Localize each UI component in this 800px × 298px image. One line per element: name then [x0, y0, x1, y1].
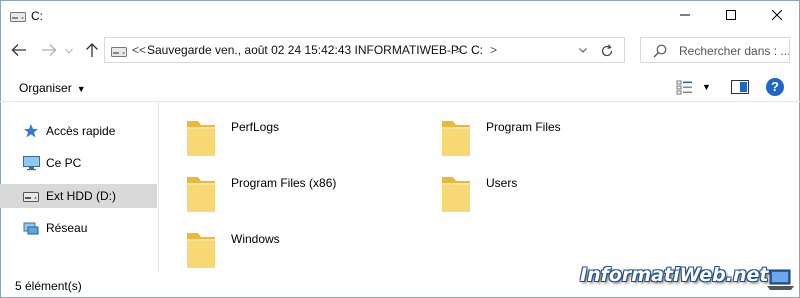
refresh-button[interactable] — [598, 42, 616, 60]
laptop-icon — [766, 268, 796, 295]
breadcrumb-separator[interactable]: > — [455, 43, 462, 57]
file-name: Users — [486, 176, 518, 190]
sidebar-item-label: Ce PC — [46, 156, 82, 170]
command-bar: Organiser ▼ ▼ ? — [0, 74, 800, 102]
refresh-icon — [601, 44, 613, 57]
drive-icon — [111, 46, 127, 60]
arrow-up-icon — [86, 43, 98, 57]
sidebar-item-ext-hdd[interactable]: Ext HDD (D:) — [0, 184, 157, 208]
sidebar-item-label: Accès rapide — [46, 124, 116, 138]
address-history-button[interactable] — [575, 42, 591, 58]
list-item-windows[interactable]: Windows — [186, 229, 386, 273]
breadcrumb-overflow[interactable]: << — [132, 43, 146, 57]
file-name: PerfLogs — [231, 120, 280, 134]
close-button[interactable] — [754, 0, 800, 30]
file-name: Windows — [231, 232, 280, 246]
network-icon — [23, 220, 39, 239]
sidebar-item-label: Ext HDD (D:) — [46, 189, 116, 203]
list-item-perflogs[interactable]: PerfLogs — [186, 117, 386, 161]
star-icon — [23, 123, 39, 142]
organise-button[interactable]: Organiser ▼ — [19, 81, 86, 95]
folder-icon — [187, 233, 215, 268]
sidebar-item-network[interactable]: Réseau — [0, 216, 157, 240]
sidebar-item-quick-access[interactable]: Accès rapide — [0, 119, 157, 143]
back-button[interactable] — [11, 40, 31, 60]
computer-icon — [23, 155, 40, 174]
list-item-program-files-x86[interactable]: Program Files (x86) — [186, 173, 386, 217]
minimize-button[interactable] — [662, 0, 708, 30]
drive-icon — [23, 191, 39, 205]
status-item-count: 5 élément(s) — [15, 279, 82, 293]
list-item-program-files[interactable]: Program Files — [441, 117, 641, 161]
breadcrumb-current[interactable]: C: — [471, 43, 483, 57]
navigation-pane: Accès rapide Ce PC Ext HDD (D:) Réseau — [0, 102, 159, 272]
organise-label: Organiser — [19, 81, 72, 95]
search-box[interactable] — [640, 37, 791, 63]
sidebar-item-this-pc[interactable]: Ce PC — [0, 151, 157, 175]
folder-icon — [442, 177, 470, 212]
forward-button[interactable] — [41, 40, 61, 60]
file-name: Program Files (x86) — [231, 176, 337, 190]
preview-pane-icon — [731, 80, 749, 94]
folder-icon — [442, 121, 470, 156]
sidebar-item-label: Réseau — [46, 221, 88, 235]
title-bar: C: — [0, 0, 800, 30]
search-input[interactable] — [677, 41, 791, 61]
watermark-text: InformatiWeb.net — [580, 264, 769, 286]
preview-pane-button[interactable] — [731, 80, 749, 97]
change-view-button[interactable] — [676, 79, 694, 98]
help-button[interactable]: ? — [766, 78, 784, 96]
list-item-users[interactable]: Users — [441, 173, 641, 217]
maximize-button[interactable] — [708, 0, 754, 30]
address-bar[interactable]: << Sauvegarde ven., août 02 24 15:42:43 … — [104, 37, 625, 63]
breadcrumb-separator[interactable]: > — [490, 43, 497, 57]
recent-locations-button[interactable] — [65, 40, 77, 60]
chevron-down-icon — [579, 48, 587, 53]
chevron-down-icon — [65, 48, 73, 54]
up-button[interactable] — [85, 40, 105, 60]
drive-icon — [10, 11, 26, 25]
search-icon — [653, 44, 667, 58]
view-options-caret-icon[interactable]: ▼ — [702, 82, 711, 92]
folder-icon — [187, 121, 215, 156]
arrow-right-icon — [42, 44, 57, 56]
breadcrumb-backup[interactable]: Sauvegarde ven., août 02 24 15:42:43 INF… — [147, 43, 468, 57]
details-view-icon — [676, 80, 692, 95]
file-name: Program Files — [486, 120, 561, 134]
folder-icon — [187, 177, 215, 212]
window-title: C: — [31, 9, 43, 23]
caret-down-icon: ▼ — [76, 84, 86, 94]
arrow-left-icon — [11, 44, 26, 56]
